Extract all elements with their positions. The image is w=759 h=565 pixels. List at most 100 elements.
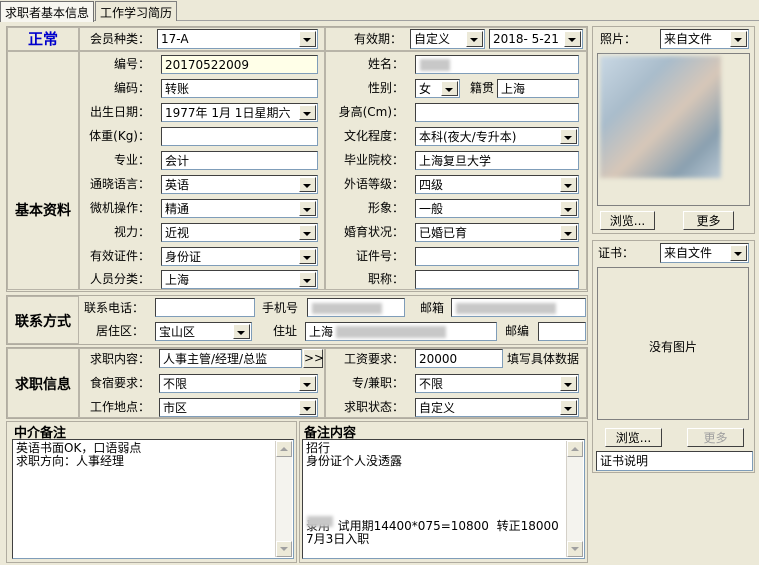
scroll-down-icon[interactable] — [276, 541, 292, 557]
job-state-select[interactable]: 自定义 — [415, 398, 579, 417]
chevron-down-icon[interactable] — [466, 31, 483, 47]
chevron-down-icon[interactable] — [560, 177, 577, 192]
education-select[interactable]: 本科(夜大/专升本) — [415, 127, 579, 146]
chevron-down-icon[interactable] — [233, 324, 250, 339]
major-label: 专业： — [113, 153, 150, 167]
appearance-select[interactable]: 一般 — [415, 199, 579, 218]
phone-input[interactable] — [155, 298, 255, 317]
birth-date-picker[interactable]: 1977年 1月 1日星期六 — [161, 103, 318, 122]
height-label: 身高(Cm)： — [338, 105, 404, 119]
lang-level-select[interactable]: 四级 — [415, 175, 579, 194]
mobile-input[interactable] — [307, 298, 405, 317]
vision-select[interactable]: 近视 — [161, 223, 318, 242]
height-input[interactable] — [415, 103, 579, 122]
photo-source-value: 来自文件 — [664, 32, 713, 46]
photo-source-select[interactable]: 来自文件 — [660, 29, 749, 49]
applicant-photo — [600, 56, 721, 178]
chevron-down-icon[interactable] — [299, 201, 316, 216]
chevron-down-icon[interactable] — [560, 129, 577, 144]
member-type-label: 会员种类： — [89, 32, 150, 46]
chevron-down-icon[interactable] — [299, 31, 316, 47]
number-input[interactable]: 20170522009 — [161, 55, 318, 74]
basic-section-title: 基本资料 — [15, 203, 71, 219]
chevron-down-icon[interactable] — [299, 249, 316, 264]
validity-label: 有效期： — [353, 32, 402, 46]
remark-scrollbar[interactable] — [566, 441, 583, 557]
vision-label: 视力： — [113, 225, 150, 239]
title-input[interactable] — [415, 270, 579, 289]
location-label: 工作地点： — [89, 400, 150, 414]
major-input[interactable]: 会计 — [161, 151, 318, 170]
chevron-down-icon[interactable] — [299, 272, 316, 287]
marital-value: 已婚已育 — [419, 226, 468, 240]
email-input[interactable] — [451, 298, 586, 317]
agent-notes-scrollbar[interactable] — [275, 441, 292, 557]
scroll-up-icon[interactable] — [567, 441, 583, 457]
photo-more-button[interactable]: 更多 — [683, 211, 734, 230]
job-content-more-button[interactable]: >> — [303, 349, 324, 368]
member-type-select[interactable]: 17-A — [157, 29, 318, 49]
tab-basic-info[interactable]: 求职者基本信息 — [0, 1, 94, 22]
computer-value: 精通 — [165, 202, 190, 216]
salary-input[interactable]: 20000 — [415, 349, 503, 368]
district-label: 居住区： — [95, 324, 144, 338]
computer-select[interactable]: 精通 — [161, 199, 318, 218]
gender-select[interactable]: 女 — [415, 79, 460, 98]
agent-notes-textarea[interactable]: 英语书面OK，口语弱点 求职方向：人事经理 — [12, 439, 294, 559]
gender-value: 女 — [419, 82, 432, 96]
chevron-down-icon[interactable] — [564, 31, 581, 47]
photo-frame — [597, 53, 750, 206]
contact-section-title: 联系方式 — [15, 314, 71, 330]
chevron-down-icon[interactable] — [730, 31, 747, 47]
photo-label: 照片： — [600, 32, 637, 46]
id-type-select[interactable]: 身份证 — [161, 247, 318, 266]
cert-browse-button[interactable]: 浏览... — [605, 428, 662, 447]
name-input[interactable] — [415, 55, 579, 74]
board-select[interactable]: 不限 — [159, 374, 318, 393]
zip-input[interactable] — [538, 322, 586, 341]
cert-more-button[interactable]: 更多 — [687, 428, 744, 447]
zip-label: 邮编 — [505, 324, 530, 338]
language-label: 通晓语言： — [89, 177, 150, 191]
chevron-down-icon[interactable] — [299, 105, 316, 120]
chevron-down-icon[interactable] — [730, 245, 747, 261]
birth-label: 出生日期： — [89, 105, 150, 119]
chevron-down-icon[interactable] — [560, 225, 577, 240]
scroll-up-icon[interactable] — [276, 441, 292, 457]
validity-date-picker[interactable]: 2018- 5-21 — [489, 29, 583, 49]
parttime-select[interactable]: 不限 — [415, 374, 579, 393]
cert-source-select[interactable]: 来自文件 — [660, 243, 749, 263]
scroll-down-icon[interactable] — [567, 541, 583, 557]
job-content-input[interactable]: 人事主管/经理/总监 — [159, 349, 302, 368]
chevron-down-icon[interactable] — [560, 376, 577, 391]
validity-date-value: 2018- 5-21 — [493, 32, 559, 46]
chevron-down-icon[interactable] — [560, 400, 577, 415]
district-select[interactable]: 宝山区 — [155, 322, 252, 341]
photo-browse-button[interactable]: 浏览... — [600, 211, 655, 230]
salary-hint: 填写具体数据 — [507, 352, 580, 366]
language-select[interactable]: 英语 — [161, 175, 318, 194]
chevron-down-icon[interactable] — [299, 225, 316, 240]
chevron-down-icon[interactable] — [441, 81, 458, 96]
code-input[interactable]: 转账 — [161, 79, 318, 98]
tab-work-history[interactable]: 工作学习简历 — [95, 1, 177, 21]
remark-textarea[interactable]: 招行 身份证个人没透露 录用 试用期14400*075=10800 转正1800… — [302, 439, 585, 559]
chevron-down-icon[interactable] — [299, 177, 316, 192]
district-value: 宝山区 — [159, 325, 196, 339]
chevron-down-icon[interactable] — [299, 376, 316, 391]
weight-input[interactable] — [161, 127, 318, 146]
cert-description-input[interactable]: 证书说明 — [596, 451, 753, 471]
chevron-down-icon[interactable] — [560, 201, 577, 216]
birth-value: 1977年 1月 1日星期六 — [165, 106, 291, 120]
marital-select[interactable]: 已婚已育 — [415, 223, 579, 242]
chevron-down-icon[interactable] — [299, 400, 316, 415]
origin-input[interactable]: 上海 — [497, 79, 579, 98]
school-input[interactable]: 上海复旦大学 — [415, 151, 579, 170]
location-select[interactable]: 市区 — [159, 398, 318, 417]
validity-mode-select[interactable]: 自定义 — [410, 29, 485, 49]
id-number-input[interactable] — [415, 247, 579, 266]
lang-level-label: 外语等级： — [343, 177, 404, 191]
address-input[interactable]: 上海 — [305, 322, 497, 341]
redacted-address — [336, 326, 446, 338]
category-select[interactable]: 上海 — [161, 270, 318, 289]
